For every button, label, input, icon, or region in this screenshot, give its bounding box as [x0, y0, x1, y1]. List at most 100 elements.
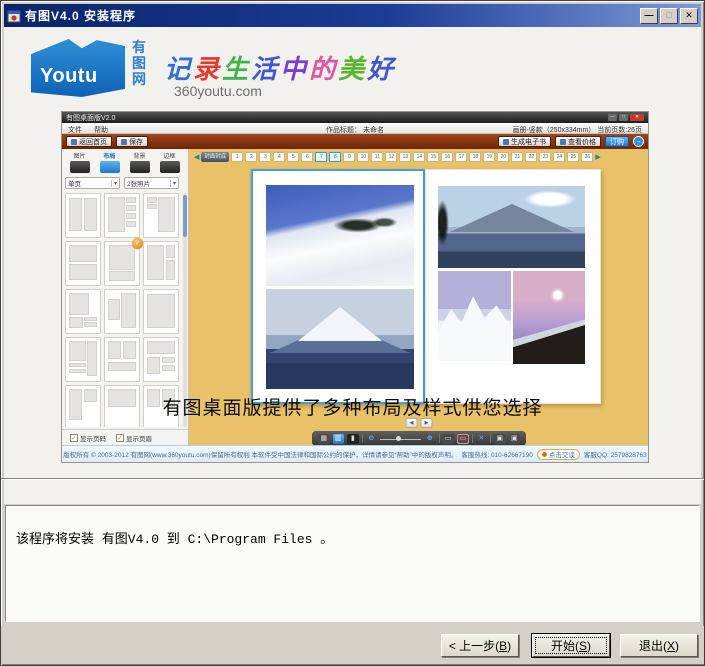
page-type-dropdown: 单页▾: [65, 177, 120, 189]
page-number-11[interactable]: 11: [371, 152, 383, 162]
page-navigation: ◀ 封面封底 123456789101112131415161718192021…: [194, 151, 646, 163]
page-number-19[interactable]: 19: [483, 152, 495, 162]
layout-thumbnail[interactable]: [143, 337, 179, 382]
tagline-char: 中: [280, 54, 309, 84]
frame-active-icon: ▭: [457, 434, 469, 444]
app-menu-bar: 文件 帮助 作品标题： 未命名 画册-竖款（250x334mm） 当前页数:26…: [62, 123, 648, 134]
tab-layout: 布局: [95, 151, 124, 173]
logo-vertical-text: 有图网: [132, 39, 149, 87]
layout-thumbnail[interactable]: [143, 289, 179, 334]
page-number-18[interactable]: 18: [469, 152, 481, 162]
pages-prev-icon: ◀: [194, 153, 199, 161]
minimize-button[interactable]: —: [640, 8, 658, 24]
grid-view-icon: ▦: [318, 434, 330, 444]
page-number-25[interactable]: 25: [567, 152, 579, 162]
divider: [1, 478, 704, 480]
order-arrow-icon: →: [633, 136, 644, 147]
layout-thumbnail[interactable]: [143, 193, 179, 238]
tab-border: 边框: [155, 151, 184, 173]
tagline-char: 录: [193, 54, 222, 84]
installer-icon: [7, 9, 21, 23]
photo-volcano: [438, 186, 585, 268]
app-title: 有图桌面版V2.0: [66, 113, 115, 123]
page-number-23[interactable]: 23: [539, 152, 551, 162]
view-price-button: 查看价格: [555, 136, 601, 147]
page-number-6[interactable]: 6: [301, 152, 313, 162]
tab-background: 背景: [125, 151, 154, 173]
layout-thumbnail[interactable]: [104, 337, 140, 382]
page-number-3[interactable]: 3: [259, 152, 271, 162]
page-number-20[interactable]: 20: [497, 152, 509, 162]
chevron-down-icon: ▾: [111, 180, 117, 187]
page-number-4[interactable]: 4: [273, 152, 285, 162]
swap-pages-icon: ✕: [476, 434, 488, 444]
photo-mount-fuji: [266, 289, 414, 389]
page-number-2[interactable]: 2: [245, 152, 257, 162]
photo-tool-icon: ▣: [494, 434, 506, 444]
layout-thumbnail-grid: ✓: [65, 193, 182, 427]
layout-thumbnail[interactable]: [104, 193, 140, 238]
layout-thumbnail[interactable]: [65, 337, 101, 382]
layout-thumbnail[interactable]: [65, 289, 101, 334]
page-number-26[interactable]: 26: [581, 152, 593, 162]
start-button[interactable]: 开始(S): [532, 634, 610, 657]
page-number-7[interactable]: 7: [315, 152, 327, 162]
layout-thumbnail[interactable]: [65, 241, 101, 286]
page-number-16[interactable]: 16: [441, 152, 453, 162]
app-title-bar: 有图桌面版V2.0 — □ ✕: [62, 112, 648, 123]
exit-button[interactable]: 退出(X): [620, 634, 698, 657]
layout-thumbnail[interactable]: ✓: [104, 241, 140, 286]
page-number-21[interactable]: 21: [511, 152, 523, 162]
page-number-5[interactable]: 5: [287, 152, 299, 162]
qq-chat-badge: 点击交谈: [537, 449, 580, 460]
app-close-icon: ✕: [630, 114, 644, 121]
page-number-12[interactable]: 12: [385, 152, 397, 162]
generate-ebook-button: 生成电子书: [498, 136, 551, 147]
tagline: 记录生活中的美好: [164, 49, 396, 86]
tagline-char: 好: [367, 54, 396, 84]
checkbox-check-icon: ✓: [70, 434, 78, 442]
back-button[interactable]: < 上一步(B): [441, 634, 519, 657]
title-bar[interactable]: 有图V4.0 安装程序 — □ ✕: [4, 4, 701, 27]
content-area: Youtu 有图网 记录生活中的美好 360youtu.com 有图桌面版V2.…: [4, 27, 701, 504]
layout-thumbnail[interactable]: [65, 193, 101, 238]
window-title: 有图V4.0 安装程序: [25, 7, 136, 24]
ebook-icon: [503, 139, 509, 145]
page-number-22[interactable]: 22: [525, 152, 537, 162]
page-number-1[interactable]: 1: [231, 152, 243, 162]
installer-window: 有图V4.0 安装程序 — □ ✕ Youtu 有图网 记录生活中的美好 360…: [0, 0, 705, 666]
app-toolbar: 返回首页 保存 生成电子书 查看价格 订购 →: [62, 134, 648, 149]
page-number-9[interactable]: 9: [343, 152, 355, 162]
page-left-selected: [251, 169, 425, 404]
texture-icon: [130, 161, 150, 173]
page-number-14[interactable]: 14: [413, 152, 425, 162]
app-maximize-icon: □: [619, 114, 628, 121]
page-number-8[interactable]: 8: [329, 152, 341, 162]
layout-thumbnail[interactable]: [104, 289, 140, 334]
photo-snow-slope: [266, 185, 414, 286]
layout-thumbnail[interactable]: [143, 241, 179, 286]
doc-title-label: 作品标题：: [326, 127, 361, 134]
save-button: 保存: [116, 136, 148, 147]
page-number-13[interactable]: 13: [399, 152, 411, 162]
home-icon: [71, 139, 77, 145]
tagline-char: 记: [164, 54, 193, 84]
logo-text: Youtu: [40, 65, 98, 88]
view-control-bar: ▦ ▥ ▮ ⊖ ⊕ ▭ ▭ ✕ ▣ ▣: [312, 431, 526, 445]
copyright-text: 版权所有 © 2003-2012 有图网(www.360youtu.com)保留…: [63, 449, 457, 459]
photo-count-dropdown: 2张照片▾: [124, 177, 179, 189]
home-button: 返回首页: [66, 136, 112, 147]
order-button: 订购: [605, 136, 629, 147]
close-button[interactable]: ✕: [680, 8, 698, 24]
app-minimize-icon: —: [608, 114, 617, 121]
maximize-button: □: [660, 8, 678, 24]
page-number-17[interactable]: 17: [455, 152, 467, 162]
frame-icon: ▭: [442, 434, 454, 444]
page-number-24[interactable]: 24: [553, 152, 565, 162]
page-number-15[interactable]: 15: [427, 152, 439, 162]
photo-moon-sky: [513, 271, 585, 364]
show-page-number-checkbox: ✓显示页码: [70, 433, 106, 443]
page-number-10[interactable]: 10: [357, 152, 369, 162]
show-page-header-checkbox: ✓显示页眉: [116, 433, 152, 443]
sidebar-scrollbar: [183, 193, 187, 427]
